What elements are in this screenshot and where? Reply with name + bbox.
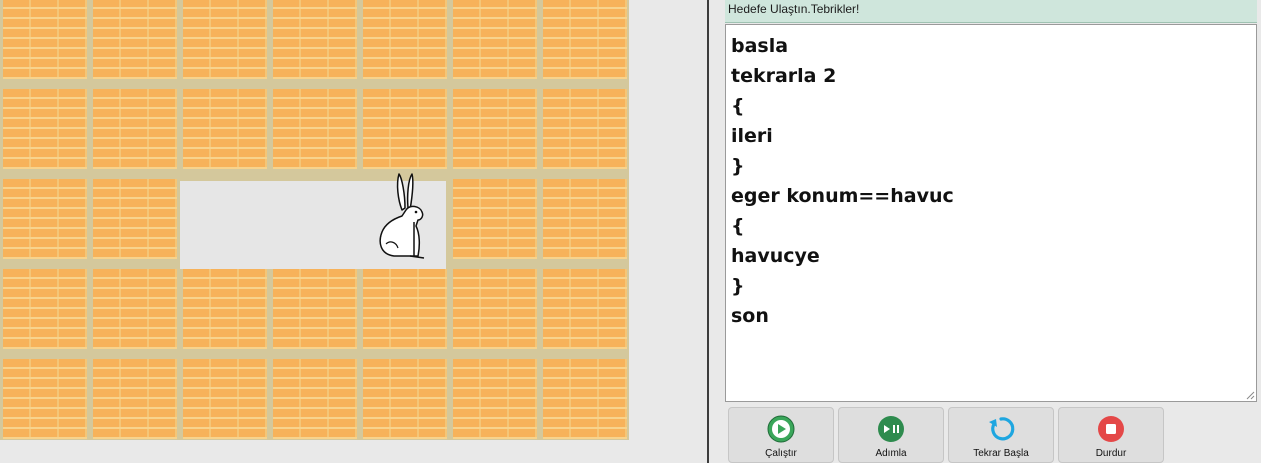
wall-cell xyxy=(3,269,87,349)
wall-cell xyxy=(363,89,447,169)
wall-cell xyxy=(363,269,447,349)
wall-cell xyxy=(363,0,447,79)
wall-cell xyxy=(363,359,447,439)
wall-cell xyxy=(453,89,537,169)
wall-cell xyxy=(453,179,537,259)
wall-cell xyxy=(543,179,627,259)
wall-cell xyxy=(3,359,87,439)
wall-cell xyxy=(183,89,267,169)
panel-divider xyxy=(707,0,709,463)
restart-button-label: Tekrar Başla xyxy=(973,448,1029,459)
wall-cell xyxy=(273,89,357,169)
wall-cell xyxy=(543,0,627,79)
wall-cell xyxy=(453,0,537,79)
wall-cell xyxy=(273,359,357,439)
step-button-label: Adımla xyxy=(875,448,907,459)
wall-cell xyxy=(3,179,87,259)
wall-cell xyxy=(3,89,87,169)
wall-cell xyxy=(543,269,627,349)
wall-cell xyxy=(93,179,177,259)
code-editor[interactable]: basla tekrarla 2 { ileri } eger konum==h… xyxy=(725,24,1257,402)
status-message: Hedefe Ulaştın.Tebrikler! xyxy=(725,0,1257,23)
wall-cell xyxy=(93,359,177,439)
run-button-label: Çalıştır xyxy=(765,448,797,459)
step-play-pause-icon xyxy=(878,416,904,442)
wall-cell xyxy=(93,269,177,349)
wall-cell xyxy=(183,359,267,439)
wall-cell xyxy=(3,0,87,79)
stop-button-label: Durdur xyxy=(1095,448,1127,459)
rabbit-icon xyxy=(379,173,425,259)
game-board xyxy=(0,0,629,440)
stop-button[interactable]: Durdur xyxy=(1058,407,1164,463)
wall-cell xyxy=(93,89,177,169)
wall-cell xyxy=(183,0,267,79)
run-button[interactable]: Çalıştır xyxy=(728,407,834,463)
wall-cell xyxy=(543,359,627,439)
wall-cell xyxy=(453,269,537,349)
restart-button[interactable]: Tekrar Başla xyxy=(948,407,1054,463)
resize-grip-icon[interactable] xyxy=(1243,388,1255,400)
wall-cell xyxy=(183,269,267,349)
step-button[interactable]: Adımla xyxy=(838,407,944,463)
wall-cell xyxy=(93,0,177,79)
wall-cell xyxy=(543,89,627,169)
wall-cell xyxy=(453,359,537,439)
stop-icon xyxy=(1098,416,1124,442)
play-icon xyxy=(767,415,795,443)
wall-cell xyxy=(273,269,357,349)
restart-icon xyxy=(989,417,1015,441)
wall-cell xyxy=(273,0,357,79)
